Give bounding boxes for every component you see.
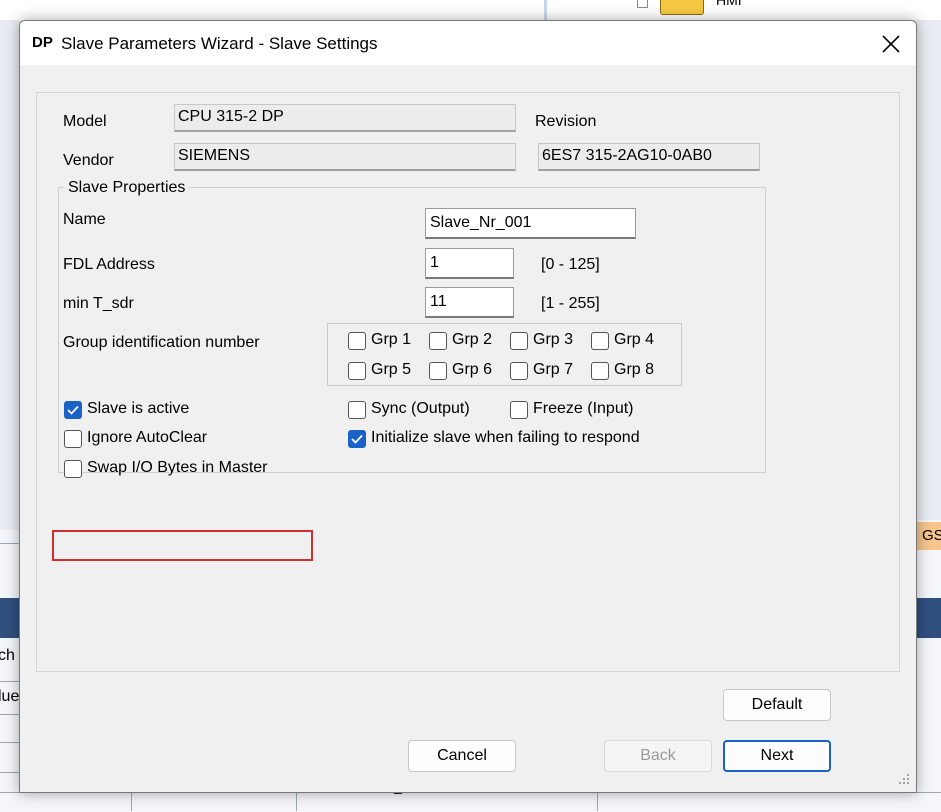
background-bottom-row	[0, 792, 941, 812]
initialize-slave-label: Initialize slave when failing to respond	[371, 429, 640, 446]
checkbox-box	[348, 362, 366, 380]
slave-properties-title: Slave Properties	[64, 179, 190, 197]
checkbox-box	[510, 362, 528, 380]
vendor-label: Vendor	[63, 152, 114, 169]
checkbox-box	[348, 401, 366, 419]
default-button[interactable]: Default	[723, 689, 831, 721]
background-divider	[0, 681, 20, 682]
highlight-box	[52, 530, 313, 561]
grp-7-label: Grp 7	[533, 361, 574, 378]
slave-settings-dialog: DP Slave Parameters Wizard - Slave Setti…	[19, 20, 917, 793]
model-label: Model	[63, 113, 107, 130]
background-divider	[0, 742, 20, 743]
swap-io-bytes-label: Swap I/O Bytes in Master	[87, 459, 268, 476]
sync-output-label: Sync (Output)	[371, 400, 470, 417]
background-divider	[296, 792, 297, 811]
slave-active-label: Slave is active	[87, 400, 190, 417]
name-input[interactable]: Slave_Nr_001	[425, 208, 636, 239]
checkbox-box	[591, 362, 609, 380]
background-divider	[0, 543, 20, 544]
dp-app-icon: DP	[32, 34, 53, 51]
group-id-label: Group identification number	[63, 334, 260, 351]
content-panel: Model CPU 315-2 DP Revision Vendor SIEME…	[36, 92, 900, 672]
background-divider	[597, 792, 598, 811]
freeze-input-label: Freeze (Input)	[533, 400, 634, 417]
name-label: Name	[63, 211, 106, 228]
background-app-top	[0, 0, 941, 20]
checkbox-box	[64, 401, 82, 419]
checkbox-box	[510, 332, 528, 350]
background-divider	[0, 772, 20, 773]
tree-expander-icon	[637, 0, 648, 8]
grp-1-label: Grp 1	[371, 331, 412, 348]
background-left-panel	[0, 530, 20, 811]
checkbox-box	[64, 430, 82, 448]
background-text: _	[394, 778, 402, 794]
background-right-band	[916, 598, 941, 638]
grp-4-label: Grp 4	[614, 331, 655, 348]
model-field: CPU 315-2 DP	[174, 104, 516, 132]
resize-grip-icon[interactable]	[898, 773, 910, 785]
fdl-address-input[interactable]: 1	[425, 248, 514, 279]
fdl-range-label: [0 - 125]	[541, 256, 600, 273]
checkmark-icon	[67, 405, 79, 415]
checkbox-box	[64, 460, 82, 478]
background-divider	[131, 792, 132, 811]
background-divider	[544, 0, 547, 20]
fdl-address-label: FDL Address	[63, 256, 155, 273]
background-tab-label: GS	[922, 527, 941, 544]
back-button[interactable]: Back	[604, 740, 712, 772]
background-folder-label: HMI	[716, 0, 742, 8]
tsdr-input[interactable]: 11	[425, 287, 514, 318]
vendor-field: SIEMENS	[174, 143, 516, 171]
close-button[interactable]	[870, 27, 912, 61]
grp-5-label: Grp 5	[371, 361, 412, 378]
grp-3-label: Grp 3	[533, 331, 574, 348]
tsdr-range-label: [1 - 255]	[541, 295, 600, 312]
background-left-band	[0, 598, 20, 638]
checkbox-box	[348, 430, 366, 448]
revision-label: Revision	[535, 113, 597, 130]
background-tab: GS	[916, 522, 941, 550]
tsdr-label: min T_sdr	[63, 295, 134, 312]
checkbox-box	[429, 332, 447, 350]
background-divider	[0, 714, 20, 715]
next-button[interactable]: Next	[723, 740, 831, 772]
ignore-autoclear-label: Ignore AutoClear	[87, 429, 208, 446]
background-right-panel	[916, 520, 941, 811]
checkmark-icon	[351, 434, 363, 444]
checkbox-box	[510, 401, 528, 419]
checkbox-box	[591, 332, 609, 350]
folder-icon	[660, 0, 704, 15]
checkbox-box	[429, 362, 447, 380]
grp-6-label: Grp 6	[452, 361, 493, 378]
background-text: ch	[0, 647, 15, 664]
revision-field: 6ES7 315-2AG10-0AB0	[538, 143, 760, 171]
cancel-button[interactable]: Cancel	[408, 740, 516, 772]
dialog-title: Slave Parameters Wizard - Slave Settings	[61, 34, 378, 53]
grp-2-label: Grp 2	[452, 331, 493, 348]
close-icon	[882, 35, 900, 53]
checkbox-box	[348, 332, 366, 350]
title-bar: DP Slave Parameters Wizard - Slave Setti…	[20, 21, 916, 65]
grp-8-label: Grp 8	[614, 361, 655, 378]
background-text: lue	[0, 688, 20, 705]
